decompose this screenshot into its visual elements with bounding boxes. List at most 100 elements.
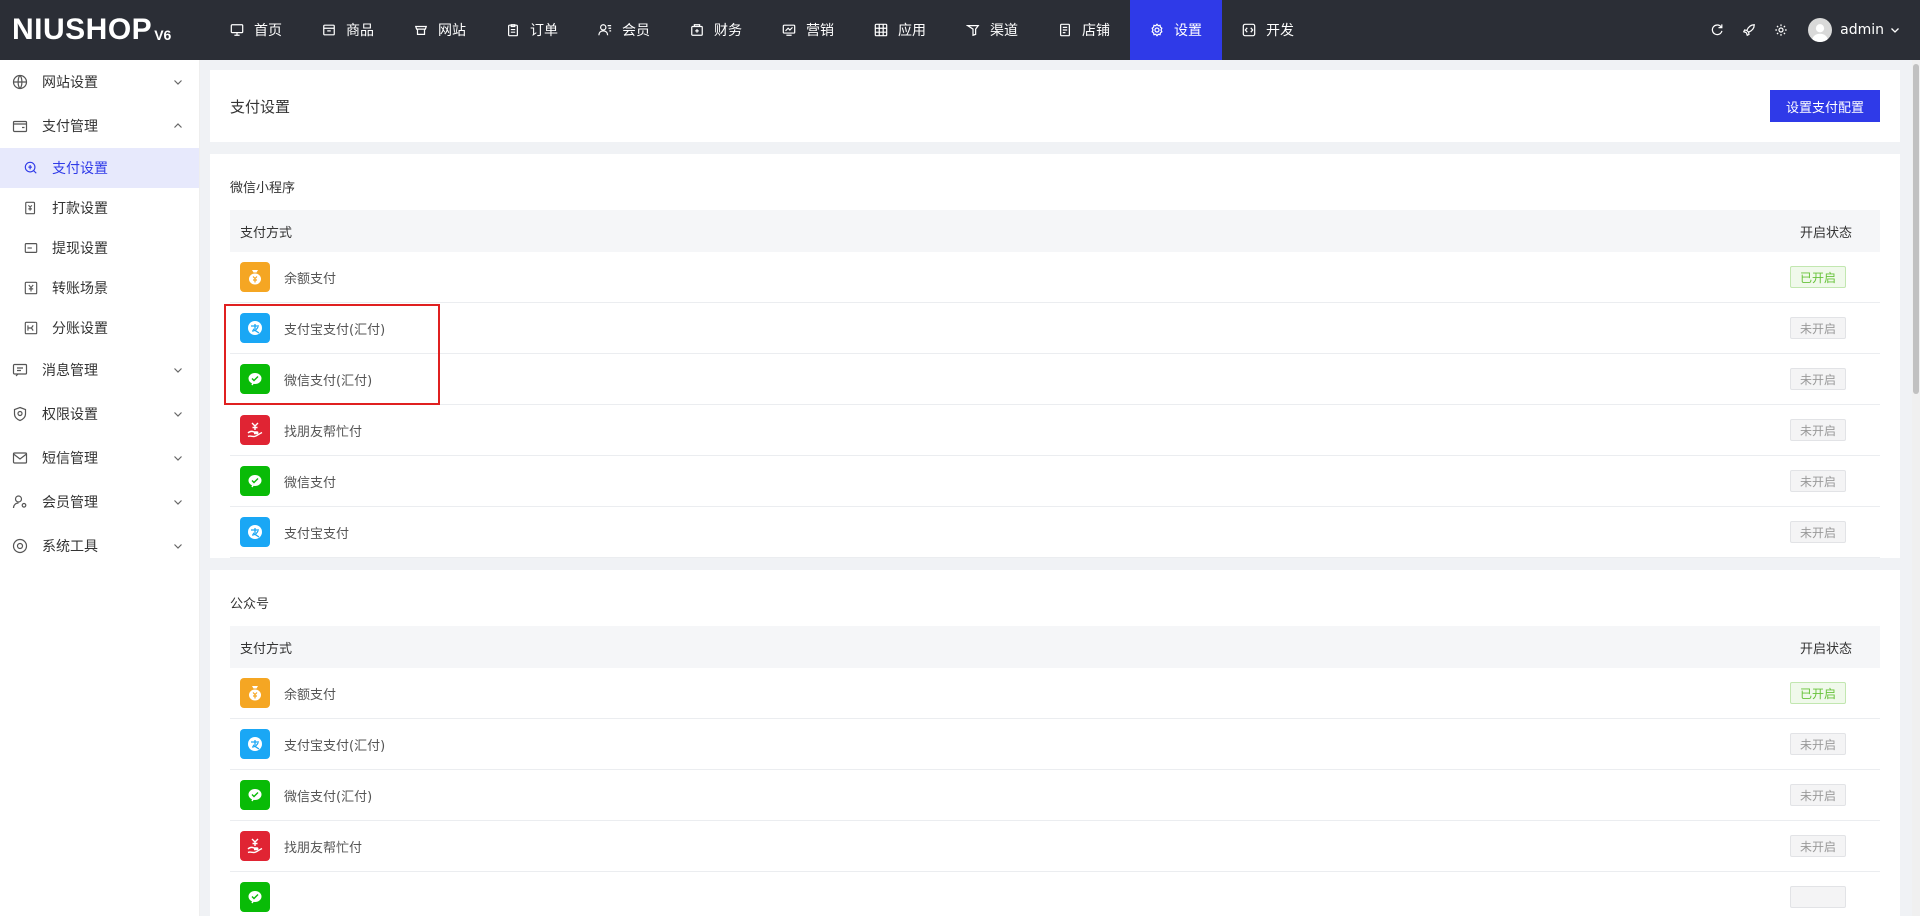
- clipboard-icon: [506, 23, 520, 37]
- nav-item-label: 首页: [254, 23, 282, 39]
- table-row: 余额支付 已开启: [230, 252, 1880, 303]
- column-header-status: 开启状态: [1799, 225, 1852, 241]
- sidebar-group-label: 消息管理: [42, 363, 98, 379]
- payment-method-name: 余额支付: [284, 271, 337, 287]
- sidebar-item-2[interactable]: 打款设置: [0, 188, 199, 228]
- sidebar-group-4[interactable]: 权限设置: [0, 392, 199, 436]
- nav-item-label: 应用: [898, 23, 926, 39]
- alipay-pay-icon: [240, 517, 270, 547]
- status-badge[interactable]: 未开启: [1790, 784, 1846, 806]
- chevron-down-icon: [173, 77, 183, 87]
- balance-pay-icon: [240, 678, 270, 708]
- sidebar-group-3[interactable]: 消息管理: [0, 348, 199, 392]
- nav-item-label: 会员: [622, 23, 650, 39]
- nav-item-8[interactable]: 应用: [854, 0, 946, 60]
- status-badge[interactable]: 未开启: [1790, 470, 1846, 492]
- username[interactable]: admin: [1840, 22, 1884, 38]
- sidebar-group-1[interactable]: 网站设置: [0, 60, 199, 104]
- table-row: 支付宝支付(汇付) 未开启: [230, 719, 1880, 770]
- status-badge[interactable]: 未开启: [1790, 733, 1846, 755]
- sidebar-group-label: 会员管理: [42, 495, 98, 511]
- sidebar-item-label: 分账设置: [52, 321, 108, 337]
- nav-item-4[interactable]: 订单: [486, 0, 578, 60]
- friendpay-pay-icon: [240, 415, 270, 445]
- box-icon: [322, 23, 336, 37]
- avatar[interactable]: [1808, 18, 1833, 42]
- sidebar-item-3[interactable]: 提现设置: [0, 228, 199, 268]
- nav-item-11[interactable]: 设置: [1130, 0, 1222, 60]
- status-badge[interactable]: [1790, 886, 1846, 908]
- section-title: 公众号: [230, 596, 270, 612]
- status-badge[interactable]: 已开启: [1790, 266, 1846, 288]
- top-navbar: NIUSHOP V6 首页 商品 网站 订单 会员 财务 营销 应用 渠道 店铺 设置 开发 admi…: [0, 0, 1920, 60]
- chevron-down-icon[interactable]: [1890, 25, 1900, 35]
- nav-item-label: 财务: [714, 23, 742, 39]
- sidebar-item-label: 支付设置: [52, 161, 108, 177]
- sidebar-item-5[interactable]: 分账设置: [0, 308, 199, 348]
- table-row: 余额支付 已开启: [230, 668, 1880, 719]
- payment-method-name: 微信支付: [284, 475, 337, 491]
- refresh-icon[interactable]: [1708, 21, 1726, 39]
- nav-item-6[interactable]: 财务: [670, 0, 762, 60]
- sidebar-group-label: 短信管理: [42, 451, 98, 467]
- column-header-status: 开启状态: [1799, 641, 1852, 657]
- table-header: 支付方式 开启状态: [230, 626, 1880, 668]
- payment-config-button[interactable]: 设置支付配置: [1769, 90, 1880, 122]
- wechat-pay-icon: [240, 466, 270, 496]
- menu-item-icon: [24, 161, 38, 175]
- nav-item-label: 网站: [438, 23, 466, 39]
- brand-logo[interactable]: NIUSHOP V6: [0, 0, 210, 60]
- section-title: 微信小程序: [230, 180, 296, 196]
- sidebar-group-2[interactable]: 支付管理: [0, 104, 199, 148]
- sidebar-group-6[interactable]: 会员管理: [0, 480, 199, 524]
- chart-icon: [782, 23, 796, 37]
- alipay-pay-icon: [240, 729, 270, 759]
- status-badge[interactable]: 已开启: [1790, 682, 1846, 704]
- wallet-icon: [690, 23, 704, 37]
- nav-item-10[interactable]: 店铺: [1038, 0, 1130, 60]
- nav-item-5[interactable]: 会员: [578, 0, 670, 60]
- scrollbar-thumb[interactable]: [1913, 64, 1919, 394]
- sidebar-group-7[interactable]: 系统工具: [0, 524, 199, 568]
- code-icon: [1242, 23, 1256, 37]
- rocket-icon[interactable]: [1740, 21, 1758, 39]
- payment-section: 微信小程序 支付方式 开启状态 余额支付 已开启 支付宝支付(汇付) 未开启 微信支付(汇付)…: [210, 154, 1900, 558]
- status-badge[interactable]: 未开启: [1790, 419, 1846, 441]
- wechat-pay-icon: [240, 882, 270, 912]
- payment-method-name: 微信支付(汇付): [284, 373, 373, 389]
- page-header: 支付设置 设置支付配置: [210, 70, 1900, 142]
- sidebar-item-1[interactable]: 支付设置: [0, 148, 199, 188]
- nav-item-7[interactable]: 营销: [762, 0, 854, 60]
- nav-item-label: 营销: [806, 23, 834, 39]
- table-row: 支付宝支付 未开启: [230, 507, 1880, 558]
- friendpay-pay-icon: [240, 831, 270, 861]
- column-header-method: 支付方式: [240, 641, 293, 657]
- status-badge[interactable]: 未开启: [1790, 835, 1846, 857]
- nav-item-9[interactable]: 渠道: [946, 0, 1038, 60]
- table-header: 支付方式 开启状态: [230, 210, 1880, 252]
- nav-item-1[interactable]: 首页: [210, 0, 302, 60]
- shield-icon: [12, 406, 28, 422]
- sidebar-item-4[interactable]: 转账场景: [0, 268, 199, 308]
- nav-item-3[interactable]: 网站: [394, 0, 486, 60]
- main-nav: 首页 商品 网站 订单 会员 财务 营销 应用 渠道 店铺 设置 开发: [210, 0, 1314, 60]
- settings-icon[interactable]: [1772, 21, 1790, 39]
- nav-item-12[interactable]: 开发: [1222, 0, 1314, 60]
- table-row: [230, 872, 1880, 916]
- nav-item-label: 渠道: [990, 23, 1018, 39]
- status-badge[interactable]: 未开启: [1790, 368, 1846, 390]
- nav-item-label: 开发: [1266, 23, 1294, 39]
- payment-method-name: 余额支付: [284, 687, 337, 703]
- sidebar-group-5[interactable]: 短信管理: [0, 436, 199, 480]
- tool-icon: [12, 538, 28, 554]
- chevron-down-icon: [173, 365, 183, 375]
- table-row: 找朋友帮忙付 未开启: [230, 405, 1880, 456]
- payment-method-name: 找朋友帮忙付: [284, 840, 363, 856]
- status-badge[interactable]: 未开启: [1790, 521, 1846, 543]
- sidebar-item-label: 打款设置: [52, 201, 108, 217]
- status-badge[interactable]: 未开启: [1790, 317, 1846, 339]
- nav-item-label: 商品: [346, 23, 374, 39]
- nav-item-label: 订单: [530, 23, 558, 39]
- user-gear-icon: [12, 494, 28, 510]
- nav-item-2[interactable]: 商品: [302, 0, 394, 60]
